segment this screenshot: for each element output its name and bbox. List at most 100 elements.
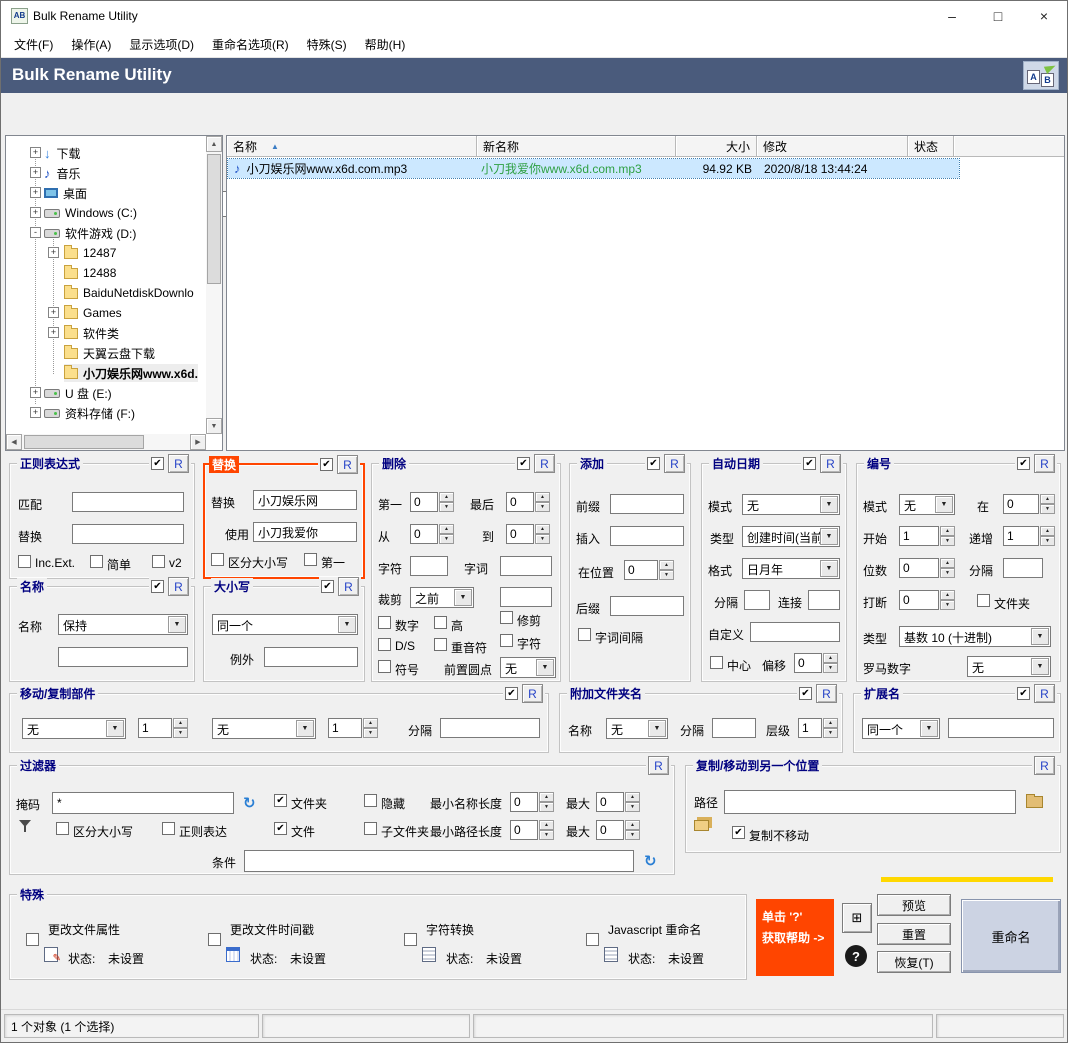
spin-down-icon[interactable]: ▼ (940, 536, 955, 546)
name-reset-button[interactable]: R (168, 577, 189, 596)
spin-down-icon[interactable]: ▼ (625, 802, 640, 812)
filters-min-path-stepper[interactable]: ▲▼ (510, 820, 554, 840)
remove-first-stepper[interactable]: ▲▼ (410, 492, 454, 512)
filters-regex-checkbox[interactable] (162, 822, 175, 835)
filters-condition-input[interactable] (244, 850, 634, 872)
preview-button[interactable]: 预览 (877, 894, 951, 916)
append-folder-sep-input[interactable] (712, 718, 756, 738)
filters-hidden-checkbox[interactable] (364, 794, 377, 807)
tree-item[interactable]: Windows (C:) (44, 204, 137, 222)
remove-high-checkbox[interactable] (434, 616, 447, 629)
name-enable-checkbox[interactable] (151, 580, 164, 593)
move-copy-stepper-2[interactable]: ▲▼ (328, 718, 378, 738)
column-header-size[interactable]: 大小 (676, 136, 757, 157)
filters-min-name-stepper[interactable]: ▲▼ (510, 792, 554, 812)
close-button[interactable]: × (1021, 1, 1067, 31)
help-banner[interactable]: 单击 '?' 获取帮助 -> (756, 899, 834, 976)
extension-reset-button[interactable]: R (1034, 684, 1055, 703)
remove-chars-input[interactable] (410, 556, 448, 576)
append-folder-reset-button[interactable]: R (816, 684, 837, 703)
add-reset-button[interactable]: R (664, 454, 685, 473)
change-timestamp-checkbox[interactable] (208, 933, 221, 946)
remove-to-stepper[interactable]: ▲▼ (506, 524, 550, 544)
copy-folder-icon[interactable] (694, 820, 709, 831)
tree-expander[interactable]: + (48, 247, 59, 258)
file-row-selected[interactable]: ♪小刀娱乐网www.x6d.com.mp3 小刀我爱你www.x6d.com.m… (228, 159, 959, 178)
remove-chars-checkbox[interactable] (500, 634, 513, 647)
replace-with-input[interactable] (253, 522, 357, 542)
change-attributes-checkbox[interactable] (26, 933, 39, 946)
scroll-up-icon[interactable]: ▲ (206, 136, 222, 152)
tree-item[interactable]: 软件类 (64, 324, 119, 342)
auto-date-sep-input[interactable] (744, 590, 770, 610)
tree-item[interactable]: ↓下载 (44, 144, 81, 162)
maximize-button[interactable]: □ (975, 1, 1021, 31)
tree-hscroll-thumb[interactable] (24, 435, 144, 449)
tree-item[interactable]: U 盘 (E:) (44, 384, 112, 402)
detach-preview-button[interactable]: ⊞ (842, 903, 872, 933)
add-insert-input[interactable] (610, 526, 684, 546)
auto-date-offset-stepper[interactable]: ▲▼ (794, 653, 838, 673)
spin-up-icon[interactable]: ▲ (1040, 526, 1055, 536)
auto-date-center-checkbox[interactable] (710, 656, 723, 669)
add-enable-checkbox[interactable] (647, 457, 660, 470)
tree-item[interactable]: 12488 (64, 264, 116, 282)
tree-item[interactable]: Games (64, 304, 122, 322)
regex-enable-checkbox[interactable] (151, 457, 164, 470)
regex-simple-checkbox[interactable] (90, 555, 103, 568)
javascript-rename-checkbox[interactable] (586, 933, 599, 946)
filter-funnel-icon[interactable] (18, 818, 34, 834)
move-copy-sep-input[interactable] (440, 718, 540, 738)
replace-reset-button[interactable]: R (337, 455, 358, 474)
spin-down-icon[interactable]: ▼ (823, 728, 838, 738)
tree-expander[interactable]: + (30, 147, 41, 158)
spin-down-icon[interactable]: ▼ (1040, 504, 1055, 514)
append-folder-level-stepper[interactable]: ▲▼ (798, 718, 838, 738)
spin-down-icon[interactable]: ▼ (539, 830, 554, 840)
remove-ds-checkbox[interactable] (378, 638, 391, 651)
rename-button[interactable]: 重命名 (961, 899, 1061, 973)
case-enable-checkbox[interactable] (321, 580, 334, 593)
column-header-modified[interactable]: 修改 (757, 136, 908, 157)
add-word-space-checkbox[interactable] (578, 628, 591, 641)
add-prefix-input[interactable] (610, 494, 684, 514)
tree-expander[interactable]: + (30, 207, 41, 218)
move-copy-select-2[interactable]: 无 (212, 718, 316, 739)
numbering-break-stepper[interactable]: ▲▼ (899, 590, 955, 610)
regex-v2-checkbox[interactable] (152, 555, 165, 568)
spin-up-icon[interactable]: ▲ (940, 558, 955, 568)
spin-up-icon[interactable]: ▲ (363, 718, 378, 728)
auto-date-format-select[interactable]: 日月年 (742, 558, 840, 579)
filters-files-checkbox[interactable] (274, 822, 287, 835)
spin-down-icon[interactable]: ▼ (439, 502, 454, 512)
spin-up-icon[interactable]: ▲ (439, 524, 454, 534)
spin-down-icon[interactable]: ▼ (535, 534, 550, 544)
numbering-start-stepper[interactable]: ▲▼ (899, 526, 955, 546)
numbering-roman-select[interactable]: 无 (967, 656, 1051, 677)
tree-vscroll-thumb[interactable] (207, 154, 221, 284)
spin-up-icon[interactable]: ▲ (625, 792, 640, 802)
character-translation-checkbox[interactable] (404, 933, 417, 946)
spin-up-icon[interactable]: ▲ (625, 820, 640, 830)
spin-down-icon[interactable]: ▼ (659, 570, 674, 580)
spin-up-icon[interactable]: ▲ (1040, 494, 1055, 504)
character-translation-icon[interactable] (422, 947, 436, 962)
javascript-icon[interactable] (604, 947, 618, 962)
menu-display-options[interactable]: 显示选项(D) (120, 32, 203, 57)
spin-up-icon[interactable]: ▲ (940, 526, 955, 536)
menu-special[interactable]: 特殊(S) (298, 32, 356, 57)
remove-symbols-checkbox[interactable] (378, 660, 391, 673)
replace-enable-checkbox[interactable] (320, 458, 333, 471)
scroll-down-icon[interactable]: ▼ (206, 418, 222, 434)
tree-expander[interactable]: + (30, 167, 41, 178)
tree-expander[interactable]: + (30, 407, 41, 418)
tree-item[interactable]: 资料存储 (F:) (44, 404, 135, 422)
spin-up-icon[interactable]: ▲ (535, 524, 550, 534)
append-folder-name-select[interactable]: 无 (606, 718, 668, 739)
remove-crop-select[interactable]: 之前 (410, 587, 474, 608)
folder-tree[interactable]: ↓下载 + ♪音乐 + 桌面 + Windows (C:) + 软件游戏 (D:… (5, 135, 223, 451)
numbering-pad-stepper[interactable]: ▲▼ (899, 558, 955, 578)
replace-match-case-checkbox[interactable] (211, 553, 224, 566)
remove-enable-checkbox[interactable] (517, 457, 530, 470)
remove-accents-checkbox[interactable] (434, 638, 447, 651)
